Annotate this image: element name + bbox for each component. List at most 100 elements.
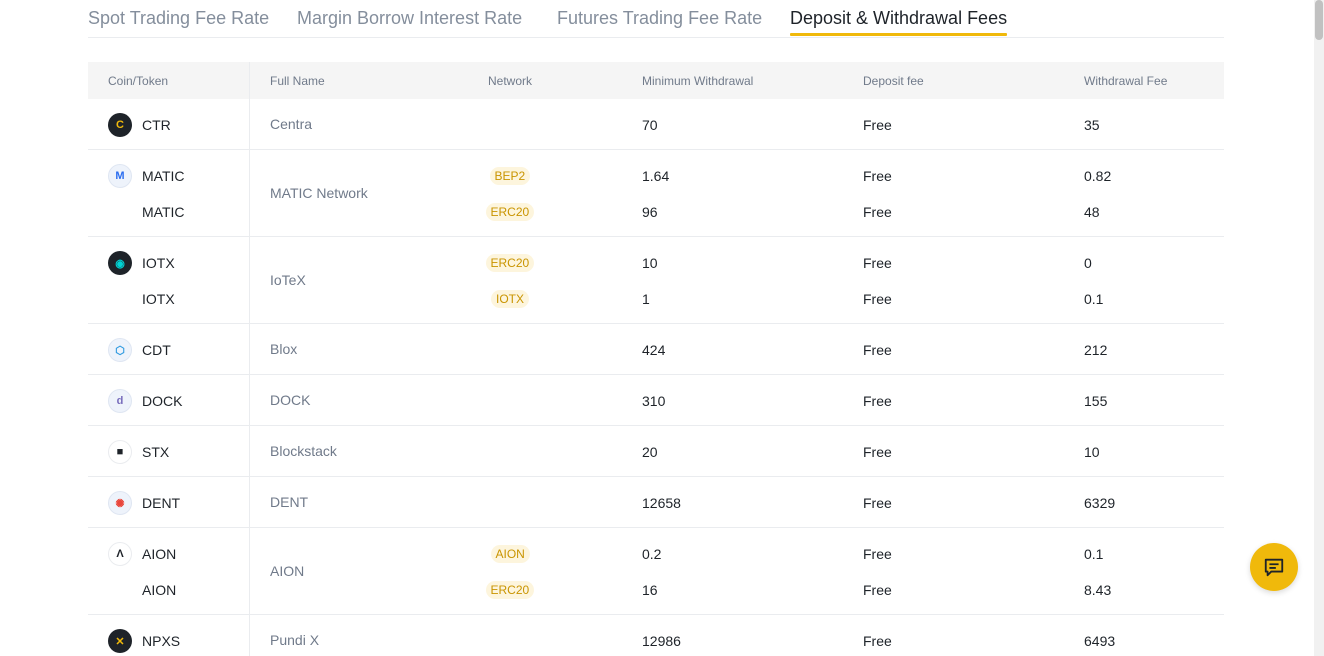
coin-symbol: MATIC: [142, 168, 185, 184]
withdrawal-fee: 0.1: [1084, 291, 1104, 307]
deposit-fee: Free: [863, 168, 892, 184]
column-divider: [249, 237, 250, 324]
header-network: Network: [488, 74, 533, 88]
table-row-group: IoTeX ◉ IOTX 10 Free 0 ERC20 IOTX 1 Free 0.1 IOTX: [88, 237, 1224, 324]
coin-symbol: STX: [142, 444, 170, 460]
withdrawal-fee: 6329: [1084, 495, 1116, 511]
withdrawal-fee: 35: [1084, 117, 1100, 133]
table-row-group: Pundi X ✕ NPXS 12986 Free 6493: [88, 615, 1224, 656]
table-row: AION 16 Free 8.43 ERC20: [88, 580, 1224, 600]
deposit-fee: Free: [863, 291, 892, 307]
column-divider: [249, 150, 250, 237]
withdrawal-fee: 155: [1084, 393, 1108, 409]
table-body: Centra C CTR 70 Free 35 MATIC Network M MATIC 1.6…: [88, 99, 1224, 656]
column-divider: [249, 528, 250, 615]
table-row: ◉ IOTX 10 Free 0 ERC20: [88, 251, 1224, 275]
coin-symbol: IOTX: [142, 291, 175, 307]
coin-symbol: AION: [142, 582, 177, 598]
table-row-group: DOCK d DOCK 310 Free 155: [88, 375, 1224, 426]
withdrawal-fee: 0: [1084, 255, 1092, 271]
header-full-name: Full Name: [270, 74, 325, 88]
fees-table: Coin/Token Full Name Network Minimum Wit…: [88, 62, 1224, 656]
chat-icon: [1264, 558, 1284, 577]
withdrawal-fee: 48: [1084, 204, 1100, 220]
full-name: MATIC Network: [270, 184, 368, 201]
table-row: M MATIC 1.64 Free 0.82 BEP2: [88, 164, 1224, 188]
minimum-withdrawal: 12658: [642, 495, 681, 511]
deposit-fee: Free: [863, 204, 892, 220]
full-name: AION: [270, 562, 305, 579]
tab-deposit-withdrawal-fees[interactable]: Deposit & Withdrawal Fees: [790, 8, 1007, 29]
table-row: ■ STX 20 Free 10: [88, 440, 1224, 464]
coin-symbol: DENT: [142, 495, 181, 511]
header-withdrawal-fee: Withdrawal Fee: [1084, 74, 1168, 88]
cdt-coin-icon: ⬡: [108, 338, 132, 362]
table-row-group: MATIC Network M MATIC 1.64 Free 0.82 BEP2 MATIC…: [88, 150, 1224, 237]
table-row: ⬡ CDT 424 Free 212: [88, 338, 1224, 362]
table-row: Λ AION 0.2 Free 0.1 AION: [88, 542, 1224, 566]
table-row: IOTX 1 Free 0.1 IOTX: [88, 289, 1224, 309]
scrollbar-thumb[interactable]: [1315, 0, 1323, 40]
dock-coin-icon: d: [108, 389, 132, 413]
deposit-fee: Free: [863, 342, 892, 358]
minimum-withdrawal: 12986: [642, 633, 681, 649]
tab-futures-trading-fee-rate[interactable]: Futures Trading Fee Rate: [557, 8, 762, 29]
withdrawal-fee: 8.43: [1084, 582, 1112, 598]
coin-symbol: CDT: [142, 342, 171, 358]
withdrawal-fee: 10: [1084, 444, 1100, 460]
minimum-withdrawal: 70: [642, 117, 658, 133]
table-header: Coin/Token Full Name Network Minimum Wit…: [88, 62, 1224, 99]
coin-symbol: AION: [142, 546, 177, 562]
minimum-withdrawal: 0.2: [642, 546, 662, 562]
deposit-fee: Free: [863, 582, 892, 598]
aion-coin-icon: Λ: [108, 542, 132, 566]
header-coin-token: Coin/Token: [108, 74, 169, 88]
minimum-withdrawal: 20: [642, 444, 658, 460]
withdrawal-fee: 6493: [1084, 633, 1116, 649]
chat-button[interactable]: [1250, 543, 1298, 591]
tab-margin-borrow-interest-rate[interactable]: Margin Borrow Interest Rate: [297, 8, 522, 29]
stx-coin-icon: ■: [108, 440, 132, 464]
coin-symbol: NPXS: [142, 633, 181, 649]
minimum-withdrawal: 96: [642, 204, 658, 220]
ctr-coin-icon: C: [108, 113, 132, 137]
coin-symbol: CTR: [142, 117, 171, 133]
npxs-coin-icon: ✕: [108, 629, 132, 653]
deposit-fee: Free: [863, 546, 892, 562]
minimum-withdrawal: 310: [642, 393, 666, 409]
network-badge-aion: AION: [490, 545, 530, 563]
deposit-fee: Free: [863, 255, 892, 271]
minimum-withdrawal: 424: [642, 342, 666, 358]
network-badge-iotx: IOTX: [491, 290, 530, 308]
header-minimum-withdrawal: Minimum Withdrawal: [642, 74, 754, 88]
table-row-group: Blox ⬡ CDT 424 Free 212: [88, 324, 1224, 375]
minimum-withdrawal: 10: [642, 255, 658, 271]
coin-symbol: MATIC: [142, 204, 185, 220]
header-divider: [249, 62, 250, 99]
active-tab-indicator: [790, 33, 1007, 36]
withdrawal-fee: 0.82: [1084, 168, 1112, 184]
minimum-withdrawal: 1: [642, 291, 650, 307]
iotx-coin-icon: ◉: [108, 251, 132, 275]
table-row: ✕ NPXS 12986 Free 6493: [88, 629, 1224, 653]
minimum-withdrawal: 16: [642, 582, 658, 598]
network-badge-erc20: ERC20: [485, 254, 535, 272]
page-scrollbar[interactable]: [1314, 0, 1324, 656]
tab-spot-trading-fee-rate[interactable]: Spot Trading Fee Rate: [88, 8, 269, 29]
table-row-group: Centra C CTR 70 Free 35: [88, 99, 1224, 150]
withdrawal-fee: 212: [1084, 342, 1108, 358]
deposit-fee: Free: [863, 633, 892, 649]
coin-symbol: IOTX: [142, 255, 175, 271]
table-row: C CTR 70 Free 35: [88, 113, 1224, 137]
deposit-fee: Free: [863, 117, 892, 133]
fee-tabs: Spot Trading Fee Rate Margin Borrow Inte…: [88, 0, 1224, 38]
deposit-fee: Free: [863, 444, 892, 460]
deposit-fee: Free: [863, 495, 892, 511]
table-row: ✺ DENT 12658 Free 6329: [88, 491, 1224, 515]
matic-coin-icon: M: [108, 164, 132, 188]
network-badge-erc20: ERC20: [485, 581, 535, 599]
dent-coin-icon: ✺: [108, 491, 132, 515]
header-deposit-fee: Deposit fee: [863, 74, 924, 88]
withdrawal-fee: 0.1: [1084, 546, 1104, 562]
table-row-group: Blockstack ■ STX 20 Free 10: [88, 426, 1224, 477]
